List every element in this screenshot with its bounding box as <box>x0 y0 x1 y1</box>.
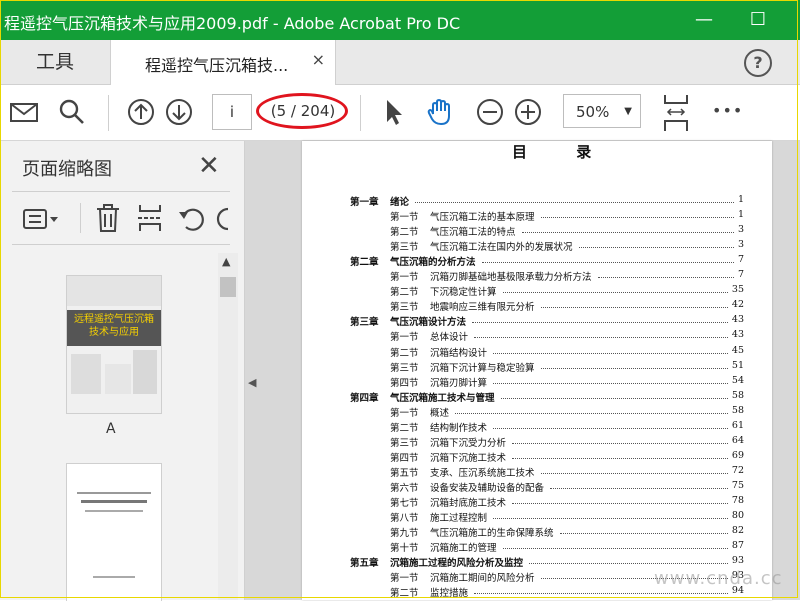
screenshot-border <box>0 0 798 598</box>
